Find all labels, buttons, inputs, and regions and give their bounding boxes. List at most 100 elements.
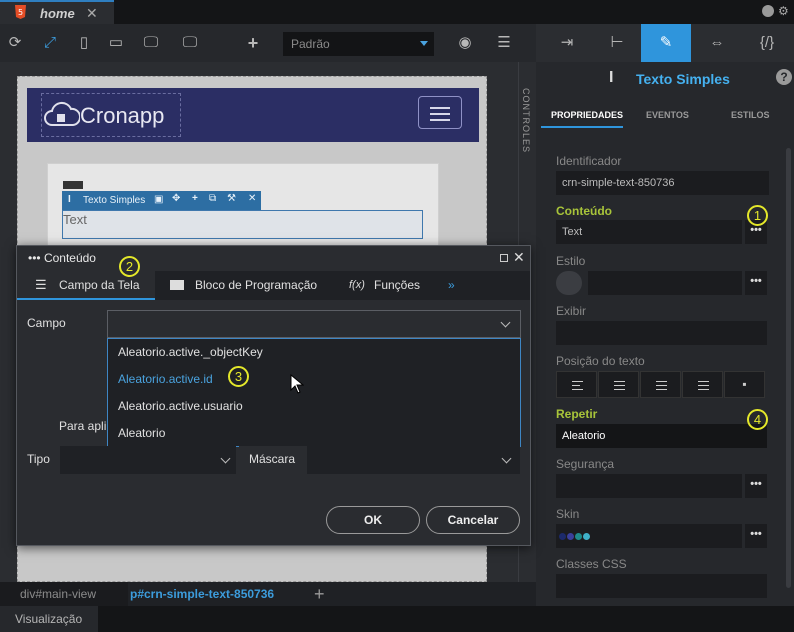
skin-more-button[interactable]: ••• <box>745 524 767 548</box>
option-active-id[interactable]: Aleatorio.active.id <box>118 372 213 386</box>
tab-home-label: home <box>40 6 75 21</box>
align-center-button[interactable] <box>598 371 639 398</box>
para-label: Para apli <box>59 419 107 433</box>
cloud-icon <box>44 101 80 126</box>
tab-bloco-de-programacao[interactable]: Bloco de Programação <box>195 278 317 292</box>
selected-component[interactable] <box>62 210 423 239</box>
option-aleatorio[interactable]: Aleatorio <box>118 426 165 440</box>
seguranca-label: Segurança <box>556 457 615 471</box>
preset-value: Padrão <box>291 37 330 51</box>
line <box>698 381 709 382</box>
line <box>572 385 580 386</box>
preset-select[interactable]: Padrão <box>283 32 434 56</box>
html5-icon: 5 <box>15 5 26 19</box>
align-right-button[interactable] <box>640 371 681 398</box>
identificador-label: Identificador <box>556 154 622 168</box>
tab-estilos[interactable]: ESTILOS <box>731 110 770 120</box>
tree-icon[interactable]: ⊢ <box>592 24 642 62</box>
option-active-usuario[interactable]: Aleatorio.active.usuario <box>118 399 243 413</box>
campo-select[interactable] <box>107 310 521 338</box>
classes-input[interactable] <box>556 574 767 598</box>
refresh-icon[interactable]: ⟳ <box>5 33 25 53</box>
option-object-key[interactable]: Aleatorio.active._objectKey <box>118 345 263 359</box>
identificador-input[interactable]: crn-simple-text-850736 <box>556 171 769 195</box>
close-icon[interactable]: ✕ <box>86 5 98 22</box>
tab-bar <box>0 0 794 24</box>
more-tabs-icon[interactable]: » <box>448 278 455 292</box>
tab-home[interactable]: 5 home ✕ <box>0 0 114 24</box>
help-icon[interactable]: ? <box>776 69 792 85</box>
panel-scrollbar[interactable] <box>786 148 791 588</box>
expand-icon[interactable]: ⤢ <box>40 33 60 53</box>
breadcrumb-item-main-view[interactable]: div#main-view <box>0 582 128 606</box>
help-icon[interactable] <box>762 5 774 17</box>
panel-title: Texto Simples <box>636 71 730 87</box>
exibir-label: Exibir <box>556 304 587 318</box>
component-text: Text <box>63 212 87 227</box>
wand-icon[interactable]: ⚒ <box>227 193 236 204</box>
tipo-select[interactable] <box>60 446 236 474</box>
drag-handle[interactable] <box>63 181 83 189</box>
database-icon[interactable]: ☰ <box>494 33 514 53</box>
repetir-select[interactable]: Aleatorio <box>556 424 767 448</box>
menu-toggle-button[interactable] <box>418 96 462 129</box>
text-cursor-icon: I <box>68 194 71 205</box>
exibir-select[interactable] <box>556 321 767 345</box>
mouse-cursor-icon <box>290 374 304 394</box>
chevron-down-icon <box>501 453 512 464</box>
close-icon[interactable]: ✕ <box>513 249 525 266</box>
mascara-label: Máscara <box>249 452 296 466</box>
breadcrumb-item-component[interactable]: p#crn-simple-text-850736 <box>130 587 274 601</box>
skin-swatch <box>567 533 574 540</box>
tab-funcoes[interactable]: Funções <box>374 278 420 292</box>
text-cursor-icon: I <box>609 69 614 86</box>
monitor-icon[interactable]: 🖵 <box>180 33 200 53</box>
repetir-label: Repetir <box>556 407 598 421</box>
skin-input[interactable] <box>556 524 742 548</box>
chevron-down-icon <box>220 453 231 464</box>
copy-icon[interactable]: ⧉ <box>209 193 216 204</box>
desktop-icon[interactable]: 🖵 <box>141 33 161 53</box>
maximize-icon[interactable] <box>500 254 508 262</box>
estilo-avatar[interactable] <box>556 271 582 295</box>
gear-icon[interactable]: ⚙ <box>778 4 789 18</box>
logo-text: Cronapp <box>80 103 165 128</box>
svg-text:5: 5 <box>18 8 23 17</box>
active-tab-indicator <box>541 126 623 128</box>
estilo-input[interactable] <box>588 271 742 295</box>
align-left-button[interactable] <box>556 371 597 398</box>
line <box>614 381 625 382</box>
status-visualizacao[interactable]: Visualização <box>0 606 98 632</box>
campo-label: Campo <box>27 316 66 330</box>
close-icon[interactable]: ✕ <box>248 193 256 204</box>
cancel-button[interactable]: Cancelar <box>426 506 520 534</box>
estilo-more-button[interactable]: ••• <box>745 271 767 295</box>
add-icon[interactable]: + <box>314 584 325 605</box>
add-icon[interactable]: + <box>243 33 263 53</box>
posicao-label: Posição do texto <box>556 354 645 368</box>
ok-button[interactable]: OK <box>326 506 420 534</box>
badge-4: 4 <box>747 409 768 430</box>
trash-icon[interactable]: ▪ <box>724 371 765 398</box>
edit-icon[interactable]: ✎ <box>641 24 691 62</box>
tab-campo-da-tela-label[interactable]: Campo da Tela <box>59 278 140 292</box>
seguranca-more-button[interactable]: ••• <box>745 474 767 498</box>
lock-icon[interactable]: ▣ <box>154 194 163 205</box>
line <box>656 381 667 382</box>
dialog-title: ••• Conteúdo <box>28 251 96 265</box>
tablet-icon[interactable]: ▭ <box>106 33 126 53</box>
seguranca-input[interactable] <box>556 474 742 498</box>
add-icon[interactable]: + <box>192 193 198 204</box>
login-icon[interactable]: ⇥ <box>542 24 592 62</box>
conteudo-input[interactable]: Text <box>556 220 742 244</box>
chevron-down-icon <box>500 317 511 328</box>
resize-icon[interactable]: ⇔ <box>692 24 742 62</box>
function-icon[interactable]: {/} <box>742 24 792 62</box>
mobile-icon[interactable]: ▯ <box>74 33 94 53</box>
mascara-select[interactable] <box>307 446 520 474</box>
tab-eventos[interactable]: EVENTOS <box>646 110 689 120</box>
move-icon[interactable]: ✥ <box>172 193 180 204</box>
visibility-icon[interactable]: ◉ <box>455 33 475 53</box>
tab-propriedades[interactable]: PROPRIEDADES <box>551 110 623 120</box>
align-justify-button[interactable] <box>682 371 723 398</box>
